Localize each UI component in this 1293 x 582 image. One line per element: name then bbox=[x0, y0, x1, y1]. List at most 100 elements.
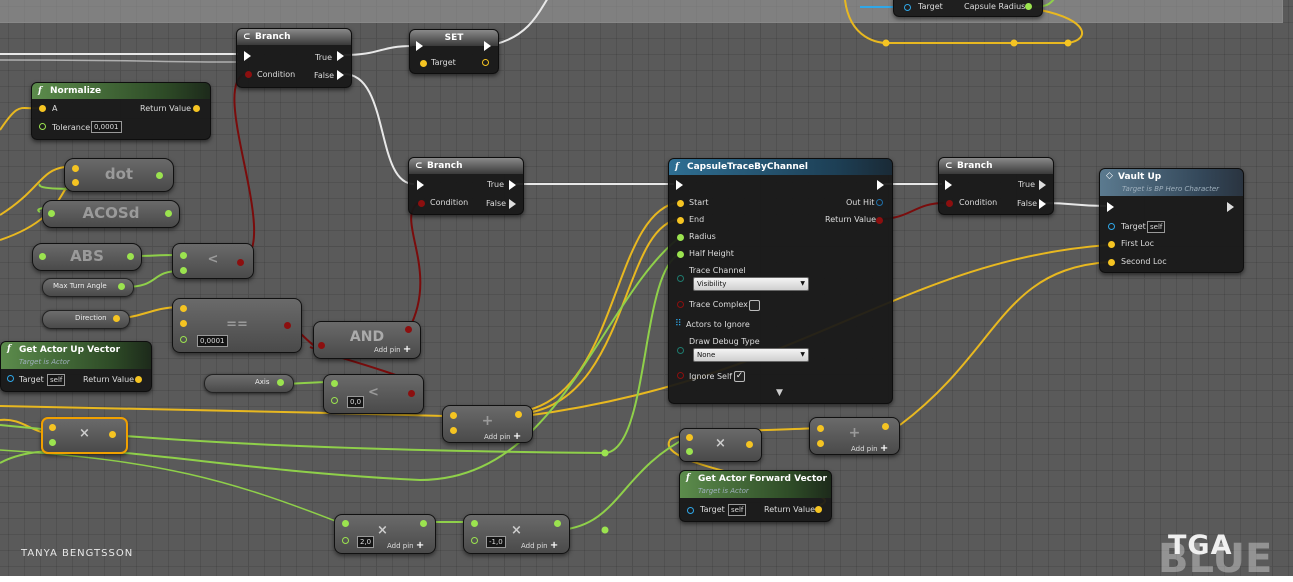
float-pin[interactable] bbox=[342, 537, 349, 544]
exec-out-pin[interactable] bbox=[877, 180, 884, 190]
object-pin[interactable] bbox=[904, 4, 911, 11]
bool-out-pin[interactable] bbox=[284, 322, 291, 329]
equal-tolerance-field[interactable]: 0,0001 bbox=[197, 335, 228, 347]
object-pin[interactable] bbox=[687, 507, 694, 514]
return-pin[interactable] bbox=[876, 217, 883, 224]
ignore-self-checkbox[interactable]: ✓ bbox=[734, 371, 745, 382]
float-out-pin[interactable] bbox=[127, 253, 134, 260]
add-node-2[interactable]: + Add pin + bbox=[809, 417, 900, 455]
multiply-node-3[interactable]: × 2,0 Add pin + bbox=[334, 514, 436, 554]
condition-pin[interactable] bbox=[946, 200, 953, 207]
second-loc-pin[interactable] bbox=[1108, 259, 1115, 266]
expand-arrow-icon[interactable]: ▼ bbox=[776, 388, 783, 398]
branch-node-2[interactable]: ⊂ Branch True Condition False bbox=[408, 157, 524, 215]
add-pin-button[interactable]: Add pin + bbox=[521, 540, 558, 551]
vector-pin[interactable] bbox=[450, 427, 457, 434]
draw-debug-pin[interactable] bbox=[677, 347, 684, 354]
self-field[interactable]: self bbox=[1147, 221, 1166, 233]
vector-out-pin[interactable] bbox=[515, 411, 522, 418]
normalize-node[interactable]: f Normalize A Return Value Tolerance 0,00… bbox=[31, 82, 211, 140]
object-pin[interactable] bbox=[1108, 223, 1115, 230]
exec-in-pin[interactable] bbox=[244, 51, 251, 61]
vector-pin[interactable] bbox=[450, 412, 457, 419]
exec-false-pin[interactable] bbox=[337, 70, 344, 80]
vector-pin[interactable] bbox=[49, 424, 56, 431]
multiply-value-field[interactable]: 2,0 bbox=[357, 536, 375, 548]
add-pin-button[interactable]: Add pin + bbox=[484, 431, 521, 442]
add-pin-button[interactable]: Add pin + bbox=[851, 443, 888, 454]
float-pin[interactable] bbox=[471, 520, 478, 527]
vector-out-pin[interactable] bbox=[113, 315, 120, 322]
float-out-pin[interactable] bbox=[118, 283, 125, 290]
add-pin-button[interactable]: Add pin + bbox=[387, 540, 424, 551]
vector-out-pin[interactable] bbox=[109, 431, 116, 438]
vector-out-pin[interactable] bbox=[193, 105, 200, 112]
bool-out-pin[interactable] bbox=[408, 390, 415, 397]
direction-var[interactable]: Direction bbox=[42, 310, 130, 329]
float-pin-tolerance[interactable] bbox=[39, 123, 46, 130]
abs-node[interactable]: ABS bbox=[32, 243, 142, 271]
condition-pin[interactable] bbox=[418, 200, 425, 207]
axis-var[interactable]: Axis bbox=[204, 374, 294, 393]
add-node-1[interactable]: + Add pin + bbox=[442, 405, 533, 443]
vector-pin[interactable] bbox=[686, 434, 693, 441]
multiply-node-1[interactable]: × bbox=[41, 417, 128, 454]
partial-node-top[interactable]: Target Capsule Radius bbox=[893, 0, 1043, 17]
trace-complex-pin[interactable] bbox=[677, 301, 684, 308]
float-out-pin[interactable] bbox=[165, 210, 172, 217]
exec-true-pin[interactable] bbox=[337, 51, 344, 61]
out-hit-pin[interactable] bbox=[876, 199, 883, 206]
multiply-value-field[interactable]: -1,0 bbox=[486, 536, 506, 548]
bool-out-pin[interactable] bbox=[237, 259, 244, 266]
start-pin[interactable] bbox=[677, 200, 684, 207]
trace-channel-pin[interactable] bbox=[677, 275, 684, 282]
condition-pin[interactable] bbox=[245, 71, 252, 78]
float-pin[interactable] bbox=[331, 380, 338, 387]
exec-in-pin[interactable] bbox=[945, 180, 952, 190]
exec-true-pin[interactable] bbox=[509, 180, 516, 190]
float-pin[interactable] bbox=[39, 253, 46, 260]
add-pin-button[interactable]: Add pin + bbox=[374, 344, 411, 355]
float-pin[interactable] bbox=[48, 210, 55, 217]
vector-pin[interactable] bbox=[817, 440, 824, 447]
vector-pin[interactable] bbox=[72, 179, 79, 186]
less-than-node-1[interactable]: < bbox=[172, 243, 254, 279]
float-pin[interactable] bbox=[342, 520, 349, 527]
multiply-node-4[interactable]: × -1,0 Add pin + bbox=[463, 514, 570, 554]
branch-node-1[interactable]: ⊂ Branch True Condition False bbox=[236, 28, 352, 88]
float-pin[interactable] bbox=[180, 252, 187, 259]
vector-pin[interactable] bbox=[180, 320, 187, 327]
vector-out-pin[interactable] bbox=[482, 59, 489, 66]
float-pin-tolerance[interactable] bbox=[180, 336, 187, 343]
tolerance-field[interactable]: 0,0001 bbox=[91, 121, 122, 133]
vector-out-pin[interactable] bbox=[882, 423, 889, 430]
draw-debug-dropdown[interactable]: None bbox=[693, 348, 809, 362]
less-than-node-2[interactable]: < 0,0 bbox=[323, 374, 424, 414]
set-node[interactable]: SET Target bbox=[409, 29, 499, 74]
bool-pin[interactable] bbox=[318, 342, 325, 349]
exec-true-pin[interactable] bbox=[1039, 180, 1046, 190]
get-actor-forward-vector-node[interactable]: f Get Actor Forward Vector Target is Actor… bbox=[679, 470, 832, 522]
vector-out-pin[interactable] bbox=[746, 441, 753, 448]
vector-pin[interactable] bbox=[420, 60, 427, 67]
exec-false-pin[interactable] bbox=[509, 199, 516, 209]
exec-false-pin[interactable] bbox=[1039, 199, 1046, 209]
vector-pin[interactable] bbox=[817, 425, 824, 432]
float-out-pin[interactable] bbox=[420, 520, 427, 527]
exec-in-pin[interactable] bbox=[416, 41, 423, 51]
first-loc-pin[interactable] bbox=[1108, 241, 1115, 248]
vector-pin[interactable] bbox=[72, 165, 79, 172]
exec-out-pin[interactable] bbox=[484, 41, 491, 51]
half-height-pin[interactable] bbox=[677, 251, 684, 258]
float-pin[interactable] bbox=[331, 397, 338, 404]
trace-channel-dropdown[interactable]: Visibility bbox=[693, 277, 809, 291]
vector-out-pin[interactable] bbox=[815, 506, 822, 513]
self-field[interactable]: self bbox=[728, 504, 747, 516]
radius-pin[interactable] bbox=[677, 234, 684, 241]
float-pin[interactable] bbox=[180, 267, 187, 274]
exec-in-pin[interactable] bbox=[417, 180, 424, 190]
trace-complex-checkbox[interactable] bbox=[749, 300, 760, 311]
vault-up-node[interactable]: ◇ Vault Up Target is BP Hero Character Tar… bbox=[1099, 168, 1244, 273]
vector-out-pin[interactable] bbox=[135, 376, 142, 383]
get-actor-up-vector-node[interactable]: f Get Actor Up Vector Target is Actor Targ… bbox=[0, 341, 152, 392]
